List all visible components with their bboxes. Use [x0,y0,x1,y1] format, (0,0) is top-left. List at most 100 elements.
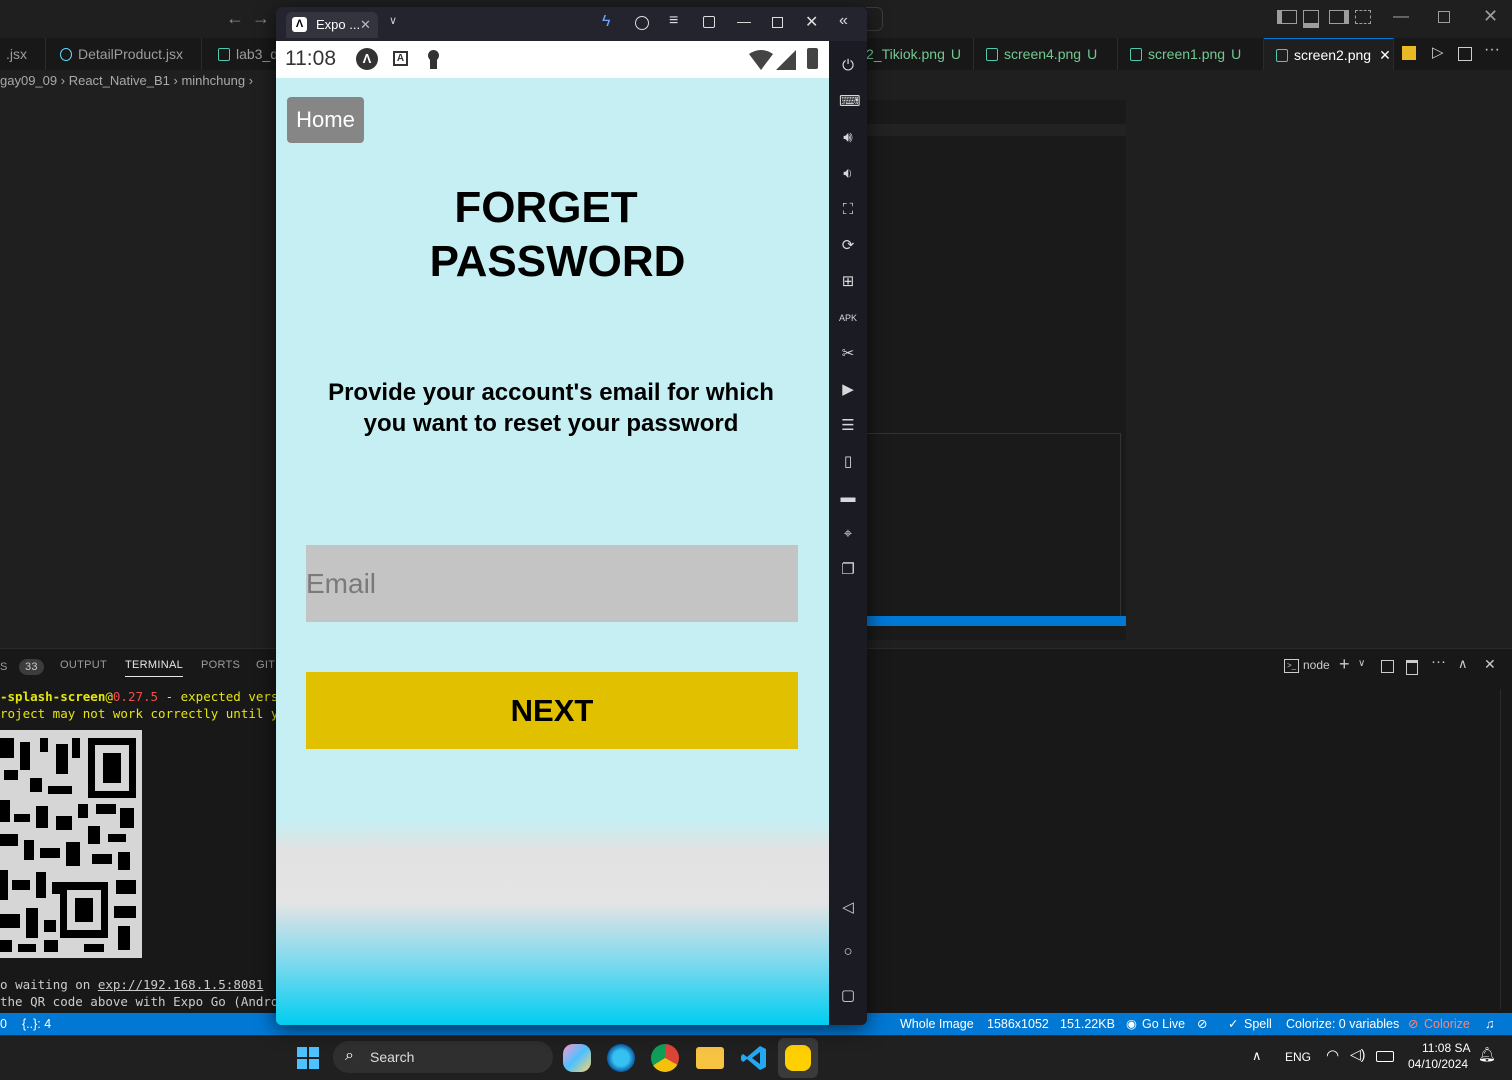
tab-screen1[interactable]: screen1.png U [1118,38,1264,70]
add-device-icon[interactable]: ⊞ [839,273,857,291]
no-accounts-icon[interactable]: ⊘ [1197,1013,1207,1035]
terminal-line: -splash-screen@0.27.5 - expected version [0,689,302,704]
active-app-highlight[interactable] [778,1038,818,1078]
tab-screen4[interactable]: screen4.png U [974,38,1118,70]
colorize-button[interactable]: Colorize [1424,1013,1470,1035]
breadcrumb-item[interactable]: React_Native_B1 [69,73,170,88]
more-actions-icon[interactable]: ··· [1484,41,1500,59]
status-file-size[interactable]: 151.22KB [1060,1013,1115,1035]
home-button[interactable]: Home [287,97,364,143]
battery-icon[interactable] [1376,1051,1394,1062]
breadcrumb-item[interactable]: minhchung [181,73,245,88]
chevron-down-icon[interactable]: ∨ [1358,658,1365,669]
close-tab-icon[interactable]: ✕ [360,12,371,38]
vscode-icon[interactable] [740,1044,768,1072]
expo-url-link[interactable]: exp://192.168.1.5:8081 [98,977,264,992]
shake-icon[interactable]: ▯ [839,453,857,471]
copilot-icon[interactable] [563,1044,591,1072]
volume-icon[interactable]: ◁) [1350,1046,1365,1063]
command-center[interactable] [866,7,883,31]
power-icon[interactable]: ⏻ [839,57,857,75]
go-live-button[interactable]: Go Live [1142,1013,1185,1035]
forward-arrow-icon[interactable]: → [252,8,270,29]
status-item[interactable]: {..}: 4 [22,1013,51,1035]
tab-terminal[interactable]: TERMINAL [125,659,184,677]
file-explorer-icon[interactable] [696,1047,724,1069]
edge-icon[interactable] [607,1044,635,1072]
close-tab-icon[interactable]: ✕ [1379,47,1391,63]
volume-down-icon[interactable]: 🔉︎ [839,165,857,183]
status-item[interactable]: 0 [0,1013,7,1035]
tab-lab3[interactable]: lab3_d [202,38,282,70]
next-button[interactable]: NEXT [306,672,798,749]
tab-detail-product[interactable]: DetailProduct.jsx [46,38,202,70]
volume-up-icon[interactable]: 🔊︎ [839,129,857,147]
clock-time[interactable]: 11:08 SA [1422,1041,1470,1055]
scissors-icon[interactable]: ✂ [839,345,857,363]
new-terminal-icon[interactable]: + [1339,654,1350,675]
split-terminal-icon[interactable] [1381,660,1394,673]
restore-icon[interactable] [1438,11,1450,23]
recents-nav-icon[interactable]: ▢ [839,987,857,1005]
spell-button[interactable]: Spell [1244,1013,1272,1035]
terminal-name[interactable]: node [1303,658,1330,672]
home-nav-icon[interactable]: ○ [839,943,857,961]
tab-ports[interactable]: PORTS [201,659,240,671]
minimize-icon[interactable]: — [1393,8,1409,26]
notification-bell-icon[interactable]: 🔔︎ [1478,1046,1496,1063]
settings-sliders-icon[interactable]: ☰ [839,417,857,435]
chrome-icon[interactable] [651,1044,679,1072]
close-panel-icon[interactable]: ✕ [1484,656,1496,673]
emulator-tab[interactable]: Λ Expo ... ✕ [286,12,378,38]
wifi-icon[interactable]: ◠ [1326,1046,1339,1064]
email-field[interactable] [306,545,798,622]
tab-problems[interactable]: S 33 [0,659,44,675]
apk-install-icon[interactable]: APK [839,309,857,327]
app-notification-icon: A [393,51,408,66]
js-extension-icon[interactable] [1402,46,1416,60]
customize-layout-icon[interactable] [1355,10,1371,24]
run-icon[interactable]: ▷ [1432,43,1444,61]
chevron-up-icon[interactable]: ∧ [1252,1048,1262,1064]
status-whole-image[interactable]: Whole Image [900,1013,974,1035]
trash-icon[interactable] [1406,660,1418,675]
location-icon[interactable]: ⌖ [839,525,857,543]
rotate-icon[interactable]: ⟳ [839,237,857,255]
notifications-icon[interactable]: ♫ [1485,1013,1494,1035]
language-indicator[interactable]: ENG [1285,1050,1311,1064]
maximize-icon[interactable] [772,17,783,28]
toggle-panel-icon[interactable] [1303,10,1319,28]
split-editor-icon[interactable] [1458,47,1472,61]
minimize-icon[interactable]: — [737,13,751,29]
colorize-variables[interactable]: Colorize: 0 variables [1286,1013,1399,1035]
keyboard-icon[interactable]: ⌨ [839,93,861,111]
toggle-primary-sidebar-icon[interactable] [1277,10,1297,24]
status-dimensions[interactable]: 1586x1052 [987,1013,1049,1035]
clock-date[interactable]: 04/10/2024 [1408,1057,1468,1071]
tab-jsx[interactable]: .jsx [0,38,46,70]
collapse-sidebar-icon[interactable]: « [839,12,848,30]
windows-start-icon[interactable] [295,1045,321,1071]
multi-window-icon[interactable]: ❐ [839,561,857,579]
taskbar-search[interactable]: ⌕ Search [333,1041,553,1073]
screenshot-icon[interactable]: ⛶ [839,201,857,219]
close-window-icon[interactable]: ✕ [805,12,818,32]
tab-output[interactable]: OUTPUT [60,659,107,671]
account-icon[interactable] [635,16,649,30]
tab-tikiok[interactable]: 2_Tikiok.png U [866,38,974,70]
toggle-secondary-sidebar-icon[interactable] [1329,10,1349,24]
lightning-icon[interactable]: ϟ [602,13,610,31]
more-actions-icon[interactable]: ··· [1431,653,1446,670]
popout-icon[interactable] [703,16,715,28]
tab-screen2[interactable]: screen2.png ✕ [1264,38,1394,70]
back-arrow-icon[interactable]: ← [226,8,244,29]
menu-icon[interactable]: ≡ [669,12,678,30]
screen-record-icon[interactable]: ▶ [839,381,857,399]
folder-icon[interactable]: ▬ [839,489,857,507]
back-nav-icon[interactable]: ◁ [839,899,857,917]
breadcrumb-item[interactable]: gay09_09 [0,73,57,88]
terminal-scrollbar[interactable] [1500,689,1512,1009]
maximize-panel-icon[interactable]: ∧ [1458,656,1468,672]
close-window-icon[interactable]: ✕ [1483,6,1498,27]
chevron-down-icon[interactable]: ∨ [389,14,397,27]
